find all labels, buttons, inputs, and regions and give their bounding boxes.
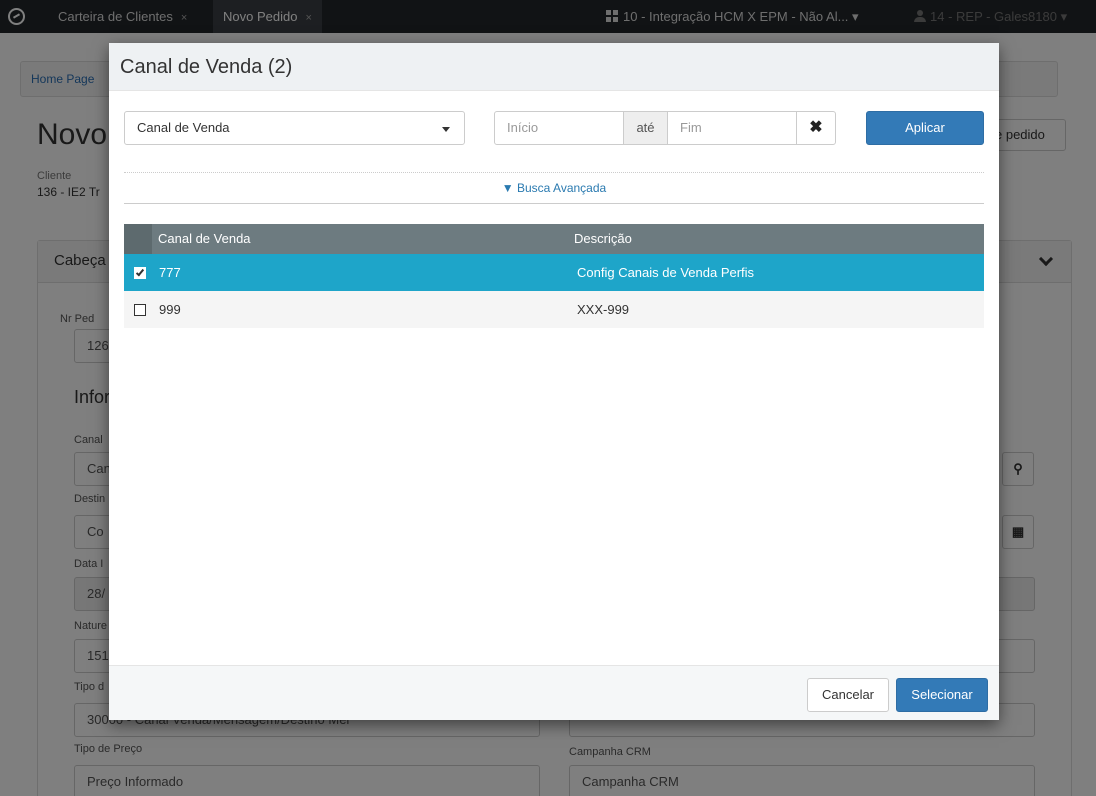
select-button[interactable]: Selecionar xyxy=(896,678,988,712)
row-checkbox[interactable] xyxy=(134,304,146,316)
modal-header: Canal de Venda (2) xyxy=(109,43,999,91)
clear-icon[interactable]: ✖ xyxy=(796,111,836,145)
range-end-input[interactable]: Fim xyxy=(667,111,797,145)
modal-title: Canal de Venda (2) xyxy=(120,56,293,78)
canal-de-venda-modal: Canal de Venda (2) Canal de Venda Início… xyxy=(109,43,999,720)
row-checkbox[interactable] xyxy=(134,267,146,279)
cell-code: 777 xyxy=(159,265,181,280)
cancel-button[interactable]: Cancelar xyxy=(807,678,889,712)
range-filter: Início até Fim ✖ xyxy=(494,111,836,145)
divider xyxy=(124,172,984,173)
column-header-canal[interactable]: Canal de Venda xyxy=(158,231,251,246)
cell-description: XXX-999 xyxy=(577,302,630,317)
checkmark-icon xyxy=(135,267,145,277)
select-all-column[interactable] xyxy=(124,224,152,254)
advanced-search-toggle[interactable]: ▼ Busca Avançada xyxy=(109,181,999,195)
modal-footer: Cancelar Selecionar xyxy=(109,665,999,720)
column-header-descricao[interactable]: Descrição xyxy=(574,231,632,246)
range-separator: até xyxy=(623,111,668,145)
cell-description: Config Canais de Venda Perfis xyxy=(577,265,755,280)
table-row[interactable]: 999 XXX-999 xyxy=(124,291,984,328)
cell-code: 999 xyxy=(159,302,181,317)
table-header: Canal de Venda Descrição xyxy=(124,224,984,254)
filter-field-select[interactable]: Canal de Venda xyxy=(124,111,465,145)
caret-down-icon xyxy=(442,127,450,132)
table-row[interactable]: 777 Config Canais de Venda Perfis xyxy=(124,254,984,291)
divider xyxy=(124,203,984,204)
filter-field-value: Canal de Venda xyxy=(137,120,230,135)
range-start-input[interactable]: Início xyxy=(494,111,624,145)
apply-button[interactable]: Aplicar xyxy=(866,111,984,145)
